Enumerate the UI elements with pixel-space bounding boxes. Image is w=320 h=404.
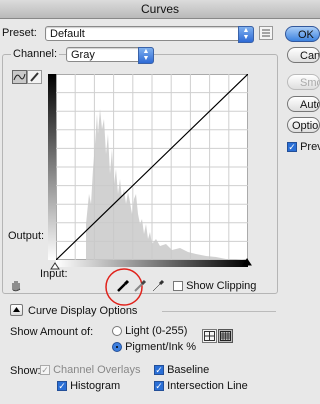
light-radio-label: Light (0-255) [125, 325, 188, 337]
histogram-label: Histogram [70, 380, 121, 392]
curve-points-icon [13, 73, 26, 81]
intersection-line-control[interactable]: ✓ Intersection Line [154, 380, 248, 392]
gray-eyedropper-icon[interactable] [133, 279, 147, 293]
preset-options-button[interactable] [259, 26, 273, 40]
window-title: Curves [140, 2, 179, 16]
disclosure-triangle-up-icon [13, 307, 20, 312]
curve-display-options-label: Curve Display Options [28, 305, 138, 317]
baseline-control[interactable]: ✓ Baseline [154, 364, 209, 376]
options-button[interactable]: Options... [287, 117, 320, 133]
show-clipping-label: Show Clipping [186, 280, 257, 292]
input-label: Input: [40, 268, 68, 280]
chevron-updown-icon: ▲ ▼ [138, 47, 154, 64]
light-radio-option[interactable]: Light (0-255) [112, 325, 187, 337]
intersection-line-label: Intersection Line [167, 380, 248, 392]
show-clipping-checkbox[interactable] [173, 281, 183, 292]
show-amount-label: Show Amount of: [10, 326, 94, 338]
black-point-slider[interactable] [242, 258, 252, 266]
output-gradient-bar [48, 74, 56, 260]
grid-4-icon [204, 331, 215, 341]
black-eyedropper-icon[interactable] [116, 279, 130, 293]
channel-select[interactable]: Gray ▲ ▼ [66, 47, 154, 64]
show-clipping-control[interactable]: Show Clipping [173, 280, 256, 292]
window-titlebar: Curves [0, 0, 320, 19]
auto-button[interactable]: Auto [287, 96, 320, 112]
baseline-label: Baseline [167, 364, 210, 376]
grid-16-icon [220, 331, 231, 341]
preset-value: Default [50, 28, 85, 40]
channel-value: Gray [71, 49, 95, 61]
simple-grid-button[interactable] [202, 329, 217, 343]
output-label: Output: [8, 230, 45, 242]
histogram-control[interactable]: ✓ Histogram [57, 380, 120, 392]
ok-button[interactable]: OK [285, 26, 320, 42]
pigment-radio-option[interactable]: Pigment/Ink % [112, 341, 196, 353]
light-radio[interactable] [112, 326, 122, 337]
chevron-updown-icon: ▲ ▼ [238, 26, 254, 43]
intersection-line-checkbox[interactable]: ✓ [154, 381, 164, 392]
channel-label: Channel: [11, 48, 60, 60]
preview-checkbox[interactable]: ✓ [287, 142, 297, 153]
curve-points-tool-button[interactable] [12, 70, 27, 84]
pigment-radio-label: Pigment/Ink % [125, 341, 196, 353]
histogram-checkbox[interactable]: ✓ [57, 381, 67, 392]
preview-control[interactable]: ✓ Preview [287, 141, 320, 153]
pigment-radio[interactable] [112, 342, 122, 353]
input-gradient-bar [56, 260, 248, 267]
preset-select[interactable]: Default ▲ ▼ [45, 26, 254, 43]
pencil-tool-button[interactable] [27, 70, 42, 84]
section-divider [162, 311, 276, 312]
detailed-grid-button[interactable] [218, 329, 233, 343]
baseline-checkbox[interactable]: ✓ [154, 365, 164, 376]
white-eyedropper-icon[interactable] [151, 279, 165, 293]
on-image-adjustment-hand-icon[interactable] [10, 278, 24, 292]
preview-label: Preview [300, 141, 320, 153]
curves-graph[interactable] [56, 74, 248, 260]
channel-overlays-label: Channel Overlays [53, 364, 141, 376]
cancel-button[interactable]: Cancel [287, 47, 320, 63]
show-label: Show: [10, 365, 41, 377]
channel-overlays-control[interactable]: ✓ Channel Overlays [40, 364, 141, 376]
pencil-icon [30, 72, 39, 82]
menu-list-icon [262, 29, 270, 37]
preset-label: Preset: [2, 27, 37, 39]
channel-overlays-checkbox[interactable]: ✓ [40, 365, 50, 376]
smooth-button[interactable]: Smooth [287, 74, 320, 90]
curve-display-options-toggle[interactable] [10, 304, 23, 316]
